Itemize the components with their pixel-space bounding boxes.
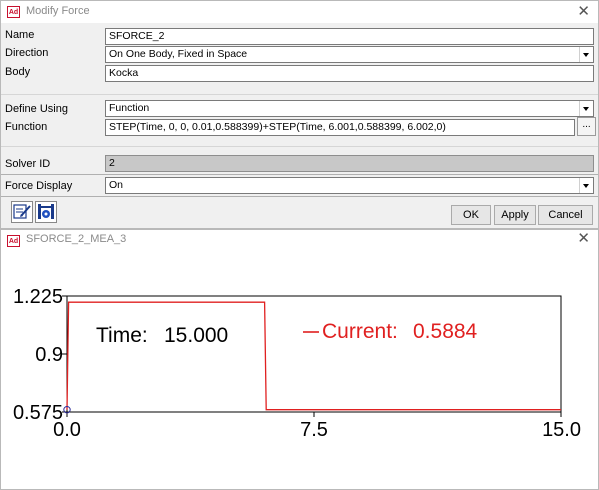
direction-label: Direction (5, 47, 49, 59)
function-field[interactable]: STEP(Time, 0, 0, 0.01,0.588399)+STEP(Tim… (105, 119, 575, 136)
section-divider (1, 146, 598, 147)
direction-select[interactable]: On One Body, Fixed in Space (105, 46, 594, 63)
dialog-title: Modify Force (26, 5, 90, 17)
function-label: Function (5, 121, 48, 133)
function-builder-icon (38, 204, 54, 219)
cancel-button[interactable]: Cancel (538, 205, 593, 225)
measure-close-icon[interactable]: ✕ (577, 230, 590, 248)
measure-title: SFORCE_2_MEA_3 (26, 233, 127, 245)
adams-app-icon: Ad (7, 6, 20, 18)
name-label: Name (5, 29, 35, 41)
chevron-down-icon[interactable] (579, 101, 593, 116)
name-field[interactable]: SFORCE_2 (105, 28, 594, 45)
row-divider (1, 174, 598, 175)
edit-pencil-button[interactable] (11, 201, 33, 223)
chevron-down-icon[interactable] (579, 47, 593, 62)
dialog-titlebar[interactable]: Ad Modify Force ✕ (1, 1, 598, 23)
dialog-close-icon[interactable]: ✕ (577, 3, 590, 21)
adams-app-icon: Ad (7, 235, 20, 247)
solver-id-field: 2 (105, 155, 594, 172)
force-display-label: Force Display (5, 180, 73, 192)
direction-value: On One Body, Fixed in Space (109, 48, 248, 60)
ok-button[interactable]: OK (451, 205, 491, 225)
legend-label: Current: (322, 320, 398, 343)
time-value: 15.000 (164, 324, 228, 347)
define-using-label: Define Using (5, 103, 68, 115)
function-builder-tool-button[interactable] (35, 201, 57, 223)
measure-window: Ad SFORCE_2_MEA_3 ✕ 0.575 0.9 1.225 0.0 7.5… (0, 229, 599, 490)
measure-titlebar[interactable]: Ad SFORCE_2_MEA_3 ✕ (1, 230, 598, 250)
measure-plot[interactable]: 0.5750.91.225 0.0 7.5 15.0 Time: 15.000 Cu… (1, 250, 598, 487)
x-axis-ticks: 0.0 7.5 15.0 (53, 412, 581, 441)
legend-value: 0.5884 (413, 320, 478, 343)
y-tick-label: 0.9 (35, 344, 63, 366)
define-using-value: Function (109, 102, 150, 114)
chevron-down-icon[interactable] (579, 178, 593, 193)
row-divider (1, 196, 598, 197)
x-tick-label: 0.0 (53, 419, 81, 441)
modify-force-dialog: Ad Modify Force ✕ Name SFORCE_2 Directio… (0, 0, 599, 229)
function-builder-button[interactable]: ... (577, 117, 596, 136)
define-using-select[interactable]: Function (105, 100, 594, 117)
body-label: Body (5, 66, 31, 78)
solver-id-label: Solver ID (5, 158, 51, 170)
edit-pencil-icon (13, 204, 31, 219)
force-display-select[interactable]: On (105, 177, 594, 194)
y-axis-ticks: 0.5750.91.225 (13, 286, 67, 424)
time-label: Time: (96, 324, 148, 347)
y-tick-label: 1.225 (13, 286, 63, 308)
section-divider (1, 94, 598, 95)
plot-area (66, 295, 562, 413)
apply-button[interactable]: Apply (494, 205, 536, 225)
body-field[interactable]: Kocka (105, 65, 594, 82)
x-tick-label: 15.0 (542, 419, 581, 441)
force-display-value: On (109, 179, 124, 191)
x-tick-label: 7.5 (300, 419, 328, 441)
